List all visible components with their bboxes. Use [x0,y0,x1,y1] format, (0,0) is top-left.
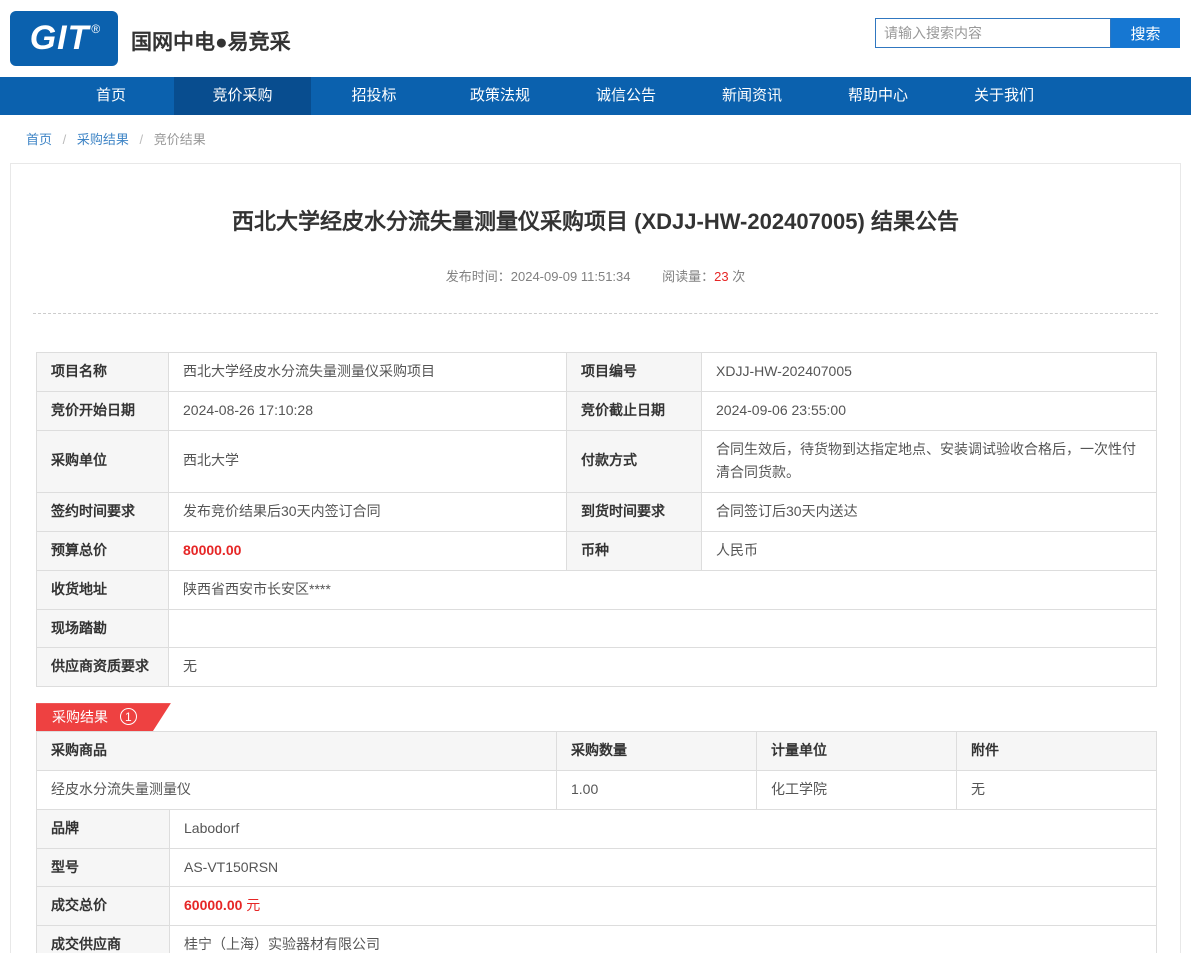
result-section-badge: 采购结果 1 [36,703,171,731]
nav-item-news[interactable]: 新闻资讯 [689,77,815,115]
breadcrumb-purchase-results[interactable]: 采购结果 [77,132,129,147]
deal-detail-table: 品牌 Labodorf 型号 AS-VT150RSN 成交总价 60000.00… [36,808,1157,953]
product-attachment: 无 [956,769,1157,810]
product-quantity: 1.00 [556,769,757,810]
nav-item-policies[interactable]: 政策法规 [437,77,563,115]
breadcrumb-separator: / [139,132,144,147]
table-row: 签约时间要求 发布竞价结果后30天内签订合同 到货时间要求 合同签订后30天内送… [36,492,1157,532]
info-label: 到货时间要求 [566,492,702,532]
detail-label: 成交供应商 [36,925,170,953]
table-row: 成交总价 60000.00 元 [36,886,1157,927]
info-label: 项目编号 [566,352,702,392]
nav-item-home[interactable]: 首页 [48,77,174,115]
table-row: 成交供应商 桂宁（上海）实验器材有限公司 [36,925,1157,953]
column-header: 采购商品 [36,731,557,771]
detail-label: 成交总价 [36,886,170,927]
table-row: 预算总价 80000.00 币种 人民币 [36,530,1157,571]
info-value: 合同签订后30天内送达 [701,492,1157,532]
table-row: 采购单位 西北大学 付款方式 合同生效后，待货物到达指定地点、安装调试验收合格后… [36,429,1157,494]
column-header: 附件 [956,731,1157,771]
purchase-result-table: 采购商品 采购数量 计量单位 附件 经皮水分流失量测量仪 1.00 化工学院 无 [36,731,1157,810]
table-row: 供应商资质要求 无 [36,647,1157,688]
budget-total-price: 80000.00 [183,541,242,558]
breadcrumb-home[interactable]: 首页 [26,132,52,147]
detail-label: 型号 [36,847,170,888]
info-label: 签约时间要求 [36,492,169,532]
info-value: 西北大学经皮水分流失量测量仪采购项目 [168,352,567,392]
info-value: 人民币 [701,530,1157,571]
info-value: 西北大学 [168,429,567,494]
publish-time-label: 发布时间： [445,269,511,284]
brand-value: Labodorf [169,808,1157,849]
site-title: 国网中电●易竞采 [131,31,291,54]
info-label: 收货地址 [36,569,169,610]
result-badge-number: 1 [120,708,137,725]
table-row: 品牌 Labodorf [36,808,1157,849]
publish-time-value: 2024-09-09 11:51:34 [510,269,631,284]
table-row: 竞价开始日期 2024-08-26 17:10:28 竞价截止日期 2024-0… [36,390,1157,431]
search-button[interactable]: 搜索 [1111,18,1180,48]
main-nav: 首页 竞价采购 招投标 政策法规 诚信公告 新闻资讯 帮助中心 关于我们 [0,77,1191,115]
info-label: 现场踏勘 [36,608,169,649]
site-logo[interactable]: GIT ® [10,11,118,66]
table-row: 现场踏勘 [36,608,1157,649]
table-row: 型号 AS-VT150RSN [36,847,1157,888]
breadcrumb-separator: / [62,132,67,147]
info-value: 2024-09-06 23:55:00 [701,390,1157,431]
info-label: 竞价截止日期 [566,390,702,431]
info-value: 发布竞价结果后30天内签订合同 [168,492,567,532]
nav-item-help-center[interactable]: 帮助中心 [815,77,941,115]
search-input[interactable] [875,18,1111,48]
divider [33,313,1158,314]
search-bar: 搜索 [875,18,1180,48]
product-unit: 化工学院 [756,769,957,810]
table-row: 收货地址 陕西省西安市长安区**** [36,569,1157,610]
nav-item-tenders[interactable]: 招投标 [311,77,437,115]
views-unit: 次 [732,269,746,284]
announcement-card: 西北大学经皮水分流失量测量仪采购项目 (XDJJ-HW-202407005) 结… [10,163,1181,953]
info-label: 预算总价 [36,530,169,571]
breadcrumb: 首页 / 采购结果 / 竞价结果 [0,115,1191,160]
table-row: 项目名称 西北大学经皮水分流失量测量仪采购项目 项目编号 XDJJ-HW-202… [36,352,1157,392]
info-label: 币种 [566,530,702,571]
info-label: 付款方式 [566,429,702,494]
deal-total-price: 60000.00 [184,897,243,914]
nav-item-bidding-purchase[interactable]: 竞价采购 [174,77,311,115]
info-label: 供应商资质要求 [36,647,169,688]
result-badge-label: 采购结果 [52,709,108,726]
project-info-table: 项目名称 西北大学经皮水分流失量测量仪采购项目 项目编号 XDJJ-HW-202… [36,352,1157,688]
nav-item-integrity-notices[interactable]: 诚信公告 [563,77,689,115]
views-label: 阅读量： [662,269,715,284]
info-label: 项目名称 [36,352,169,392]
info-label: 采购单位 [36,429,169,494]
breadcrumb-current: 竞价结果 [153,132,206,147]
info-value: 合同生效后，待货物到达指定地点、安装调试验收合格后，一次性付清合同货款。 [701,429,1157,494]
product-name: 经皮水分流失量测量仪 [36,769,557,810]
logo-text: GIT [29,19,90,57]
top-header: GIT® 国网中电●易竞采 搜索 [0,0,1191,77]
info-label: 竞价开始日期 [36,390,169,431]
info-value: XDJJ-HW-202407005 [701,352,1157,392]
column-header: 采购数量 [556,731,757,771]
registered-mark-icon: ® [91,21,101,36]
info-value [168,608,1157,649]
nav-item-about-us[interactable]: 关于我们 [941,77,1067,115]
info-value: 陕西省西安市长安区**** [168,569,1157,610]
article-meta: 发布时间：2024-09-09 11:51:34 阅读量：23 次 [11,266,1180,285]
info-value: 2024-08-26 17:10:28 [168,390,567,431]
model-value: AS-VT150RSN [169,847,1157,888]
page-title: 西北大学经皮水分流失量测量仪采购项目 (XDJJ-HW-202407005) 结… [232,209,959,234]
table-row: 经皮水分流失量测量仪 1.00 化工学院 无 [36,769,1157,810]
table-header-row: 采购商品 采购数量 计量单位 附件 [36,731,1157,771]
info-value: 无 [168,647,1157,688]
detail-label: 品牌 [36,808,170,849]
deal-price-unit: 元 [246,897,261,914]
column-header: 计量单位 [756,731,957,771]
supplier-value: 桂宁（上海）实验器材有限公司 [169,925,1157,953]
views-count: 23 [714,269,729,284]
